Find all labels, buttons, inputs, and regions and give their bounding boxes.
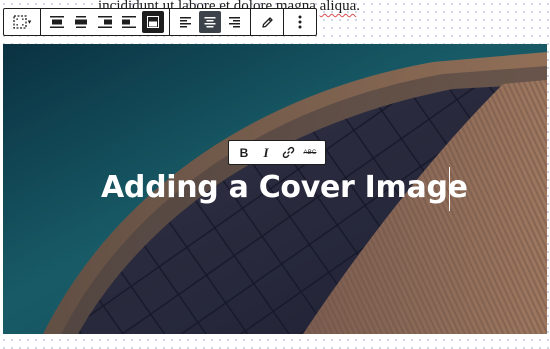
text-align-center-icon: [204, 16, 216, 27]
pencil-icon: [261, 16, 273, 28]
chevron-down-icon: ▾: [27, 18, 32, 26]
block-type-switcher[interactable]: ▾: [9, 11, 35, 33]
align-right-icon: [98, 16, 112, 28]
paragraph-text-after: .: [356, 0, 361, 14]
more-options-button[interactable]: [289, 11, 311, 33]
cover-block[interactable]: B I ABC Adding a Cover Image: [3, 44, 547, 334]
content-position-button[interactable]: [142, 11, 164, 33]
align-full-button[interactable]: [70, 11, 92, 33]
text-align-center-button[interactable]: [199, 11, 221, 33]
block-toolbar: ▾: [3, 8, 317, 36]
edit-button[interactable]: [256, 11, 278, 33]
align-full-width-button[interactable]: [118, 11, 140, 33]
italic-button[interactable]: I: [255, 142, 277, 164]
align-wide-icon: [50, 16, 64, 28]
toolbar-divider: [40, 8, 41, 36]
text-align-left-icon: [180, 16, 191, 27]
text-align-right-button[interactable]: [223, 11, 245, 33]
link-icon: [282, 146, 294, 159]
cover-block-icon: [13, 15, 27, 29]
text-align-left-button[interactable]: [175, 11, 197, 33]
align-wide-button[interactable]: [46, 11, 68, 33]
cover-heading[interactable]: Adding a Cover Image: [101, 170, 468, 205]
toolbar-divider: [250, 8, 251, 36]
align-left-block-icon: [122, 16, 136, 28]
more-options-icon: [298, 15, 302, 29]
strikethrough-button[interactable]: ABC: [299, 142, 321, 164]
position-full-icon: [147, 16, 159, 28]
align-right-button[interactable]: [94, 11, 116, 33]
link-button[interactable]: [277, 142, 299, 164]
toolbar-divider: [169, 8, 170, 36]
text-cursor: [449, 167, 450, 211]
toolbar-divider: [283, 8, 284, 36]
format-toolbar: B I ABC: [228, 140, 326, 165]
misspelled-word: aliqua: [319, 0, 357, 14]
text-align-right-icon: [229, 16, 240, 27]
bold-button[interactable]: B: [233, 142, 255, 164]
align-full-icon: [75, 16, 87, 28]
